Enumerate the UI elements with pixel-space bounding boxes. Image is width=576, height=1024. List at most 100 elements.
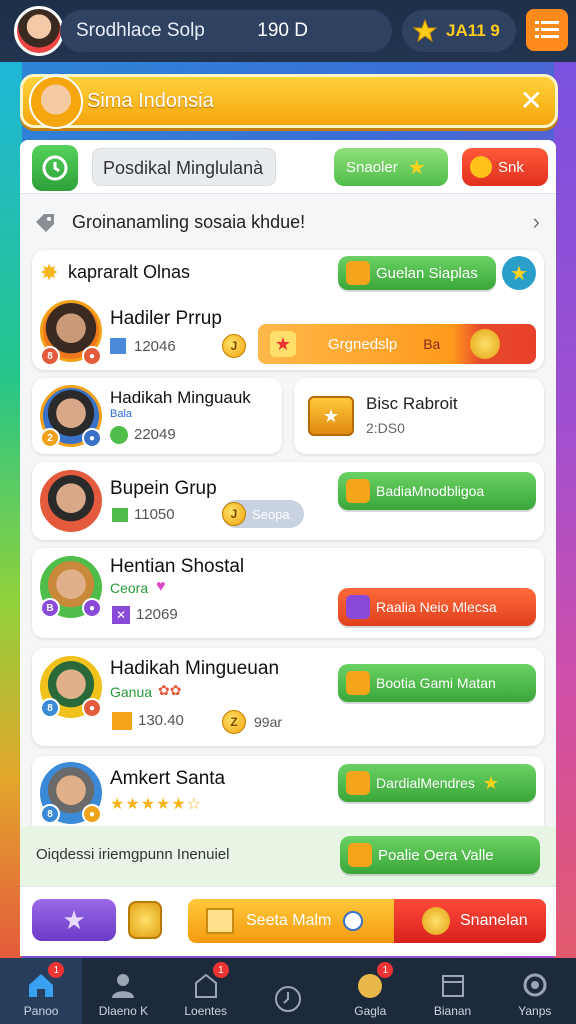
nav-events[interactable]: Loentes 1 — [165, 958, 247, 1024]
player-2-badge-b: ● — [82, 428, 102, 448]
nav-profile[interactable]: Dlaeno K — [82, 958, 164, 1024]
player-stat: 12046 — [134, 338, 176, 355]
chest-subtitle: 2:DS0 — [366, 420, 405, 436]
top-bar: Srodhlace Solp 190 D JA11 9 — [0, 0, 576, 62]
bottom-action-bar: ★ Seeta Malm Snanelan — [20, 886, 556, 956]
player-3-button-label: BadiaMnodbligoa — [376, 483, 485, 499]
center-action-button[interactable]: Seeta Malm — [188, 899, 394, 943]
treasure-chest-icon: ★ — [308, 396, 354, 436]
player-card-5[interactable]: 8 ● Hadikah Mingueuan Ganua ✿✿ 130.40 Z … — [32, 648, 544, 746]
star-icon: ★ — [407, 156, 426, 179]
player-4-button-label: Raalia Neio Mlecsa — [376, 599, 497, 615]
info-text: Groinanamling sosaia khdue! — [72, 211, 306, 232]
player-1-action-button[interactable]: ★ Grgnedslp Ba — [258, 324, 536, 364]
nav-badge: 1 — [48, 962, 65, 978]
nav-label: Panoo — [23, 1004, 59, 1018]
coin-label-pill[interactable]: J Seopa — [222, 500, 304, 528]
gem-icon — [346, 595, 370, 619]
crossed-swords-icon — [346, 771, 370, 795]
right-button-label: Snanelan — [460, 912, 528, 929]
player-card-6[interactable]: 8 ● Amkert Santa ★★★★★☆ DardialMendres ★ — [32, 756, 544, 832]
player-1-button-label: Grgnedslp — [328, 335, 398, 353]
player-name: Hentian Shostal — [110, 556, 245, 577]
timer-icon — [343, 911, 364, 931]
player-stat: 22049 — [134, 426, 176, 443]
section-button[interactable]: Guelan Siaplas — [338, 256, 496, 290]
purple-star-button[interactable]: ★ — [32, 899, 116, 941]
nav-label: Dlaeno K — [98, 1004, 149, 1018]
close-icon[interactable]: ✕ — [520, 87, 543, 115]
search-input[interactable]: Posdikal Minglulanà — [92, 148, 276, 186]
nav-label: Loentes — [184, 1004, 228, 1018]
chest-card[interactable]: ★ Bisc Rabroit 2:DS0 — [294, 378, 544, 454]
fruit-icons: ✿✿ — [158, 682, 182, 698]
star-badge-icon[interactable]: ★ — [502, 256, 536, 290]
nav-shop[interactable]: Gagla 1 — [329, 958, 411, 1024]
nav-clock[interactable] — [247, 958, 329, 1024]
player-name: Srodhlace Solp — [76, 20, 205, 41]
block-icon — [112, 508, 128, 522]
menu-button[interactable] — [526, 9, 568, 51]
gift-icon — [346, 261, 370, 285]
coin-icon: J — [222, 334, 246, 358]
player-4-badge-a: B — [40, 598, 60, 618]
player-6-badge-a: 8 — [40, 804, 60, 824]
player-name: Hadikah Minguauk — [110, 388, 251, 407]
menu-icon — [535, 21, 559, 38]
sparkle-icon: ✸ — [40, 260, 59, 285]
coin-counter[interactable]: JA11 9 — [402, 10, 516, 52]
player-stat: 130.40 — [138, 712, 184, 729]
nav-home[interactable]: Panoo 1 — [0, 958, 83, 1024]
player-card-4[interactable]: B ● Hentian Shostal Ceora ♥ ✕ 12069 Raal… — [32, 548, 544, 638]
clock-icon[interactable] — [32, 145, 78, 191]
info-row[interactable]: Groinanamling sosaia khdue! › — [20, 196, 556, 248]
player-4-action-button[interactable]: Raalia Neio Mlecsa — [338, 588, 536, 626]
gift-icon — [346, 479, 370, 503]
player-6-badge-b: ● — [82, 804, 102, 824]
banner-text: Sima Indonsia — [87, 90, 214, 112]
player-avatar-3[interactable] — [40, 470, 102, 532]
box-icon — [206, 908, 234, 934]
coin-icon: J — [222, 502, 246, 526]
player-name: Hadikah Mingueuan — [110, 658, 280, 679]
player-card-1[interactable]: ✸ kapraralt Olnas Guelan Siaplas ★ 8 ● H… — [32, 250, 544, 370]
player-name-pill[interactable]: Srodhlace Solp 190 D — [60, 10, 392, 52]
shield-coin-button[interactable] — [128, 901, 162, 939]
trophy-icon — [470, 329, 501, 359]
bottom-nav: Panoo 1 Dlaeno K Loentes 1 Gagla 1 Biana… — [0, 958, 576, 1024]
main-panel: Posdikal Minglulanà Snaoler ★ Snk Groina… — [20, 140, 556, 956]
player-2-tag: Bala — [110, 408, 133, 420]
player-avatar[interactable] — [14, 6, 64, 56]
player-5-action-button[interactable]: Bootia Gami Matan — [338, 664, 536, 702]
tag-icon — [36, 214, 54, 232]
user-icon — [107, 970, 139, 1000]
player-4-badge-b: ● — [82, 598, 102, 618]
footer-text: Oiqdessi iriemgpunn Inenuiel — [36, 846, 230, 863]
player-card-3[interactable]: Bupein Grup 11050 J Seopa BadiaMnodbligo… — [32, 462, 544, 540]
chevron-right-icon[interactable]: › — [533, 209, 540, 235]
footer-row: Oiqdessi iriemgpunn Inenuiel Poalie Oera… — [20, 826, 556, 886]
player-6-action-button[interactable]: DardialMendres ★ — [338, 764, 536, 802]
right-action-button[interactable]: Snanelan — [394, 899, 546, 943]
player-5-button-label: Bootia Gami Matan — [376, 675, 496, 691]
clock-icon — [272, 984, 304, 1014]
player-card-2[interactable]: 2 ● Hadikah Minguauk Bala 22049 — [32, 378, 282, 454]
player-5-badge-b: ● — [82, 698, 102, 718]
announcement-banner[interactable]: Sima Indonsia ✕ — [20, 74, 558, 129]
footer-button[interactable]: Poalie Oera Valle — [340, 836, 540, 874]
nav-badge: 1 — [212, 962, 229, 978]
player-3-action-button[interactable]: BadiaMnodbligoa — [338, 472, 536, 510]
footer-button-label: Poalie Oera Valle — [378, 846, 494, 864]
nav-label: Yanps — [518, 1004, 552, 1018]
player-level: 190 D — [257, 20, 308, 41]
heart-icon: ♥ — [156, 578, 166, 595]
bar-chart-icon — [110, 338, 126, 354]
red-button-label: Snk — [498, 158, 524, 176]
player-stat: 11050 — [134, 506, 175, 523]
nav-calendar[interactable]: Bianan — [411, 958, 493, 1024]
nav-settings[interactable]: Yanps — [494, 958, 576, 1024]
coin-icon: Z — [222, 710, 246, 734]
red-action-button[interactable]: Snk — [462, 148, 548, 186]
search-button[interactable]: Snaoler ★ — [334, 148, 448, 186]
calendar-icon — [437, 970, 469, 1000]
